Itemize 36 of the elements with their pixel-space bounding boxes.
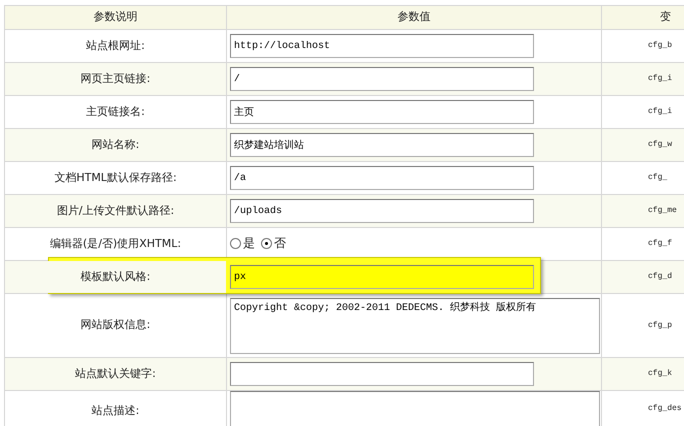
radio-option[interactable]: 否: [261, 234, 286, 252]
input-field[interactable]: /: [230, 67, 534, 91]
input-field[interactable]: 主页: [230, 100, 534, 124]
column-header: 参数说明: [94, 10, 138, 24]
variable-name: cfg_me: [648, 206, 677, 215]
variable-name: cfg_p: [648, 320, 672, 330]
column-header: 参数值: [398, 10, 430, 24]
variable-name: cfg_w: [648, 140, 672, 149]
field-label: 编辑器(是/否)使用XHTML:: [50, 236, 182, 250]
field-label: 模板默认风格:: [80, 270, 150, 283]
input-field[interactable]: px: [230, 265, 534, 289]
variable-name: cfg_: [648, 173, 668, 182]
field-label: 站点根网址:: [86, 38, 145, 52]
variable-name: cfg_i: [648, 107, 672, 116]
variable-name: cfg_des: [648, 404, 682, 413]
field-label: 网站名称:: [92, 138, 140, 151]
variable-name: cfg_k: [648, 369, 672, 378]
field-label: 图片/上传文件默认路径:: [56, 204, 174, 217]
radio-option[interactable]: 是: [230, 234, 255, 252]
field-label: 主页链接名:: [86, 104, 145, 118]
variable-name: cfg_d: [648, 272, 672, 281]
field-label: 文档HTML默认保存路径:: [54, 170, 177, 184]
variable-name: cfg_b: [648, 41, 672, 50]
input-field[interactable]: /a: [230, 166, 534, 190]
field-label: 站点默认关键字:: [75, 366, 156, 380]
variable-name: cfg_i: [648, 74, 672, 83]
input-field[interactable]: http://localhost: [230, 34, 534, 58]
input-field[interactable]: /uploads: [230, 199, 534, 223]
column-header: 变: [660, 10, 671, 24]
input-field[interactable]: 织梦建站培训站: [230, 133, 534, 157]
field-label: 站点描述:: [92, 404, 140, 417]
input-field[interactable]: [230, 362, 534, 386]
field-label: 网页主页链接:: [80, 72, 150, 85]
text-area[interactable]: Copyright &copy; 2002-2011 DEDECMS. 织梦科技 版权所有: [230, 298, 600, 354]
variable-name: cfg_f: [648, 239, 672, 248]
field-label: 网站版权信息:: [80, 318, 150, 332]
